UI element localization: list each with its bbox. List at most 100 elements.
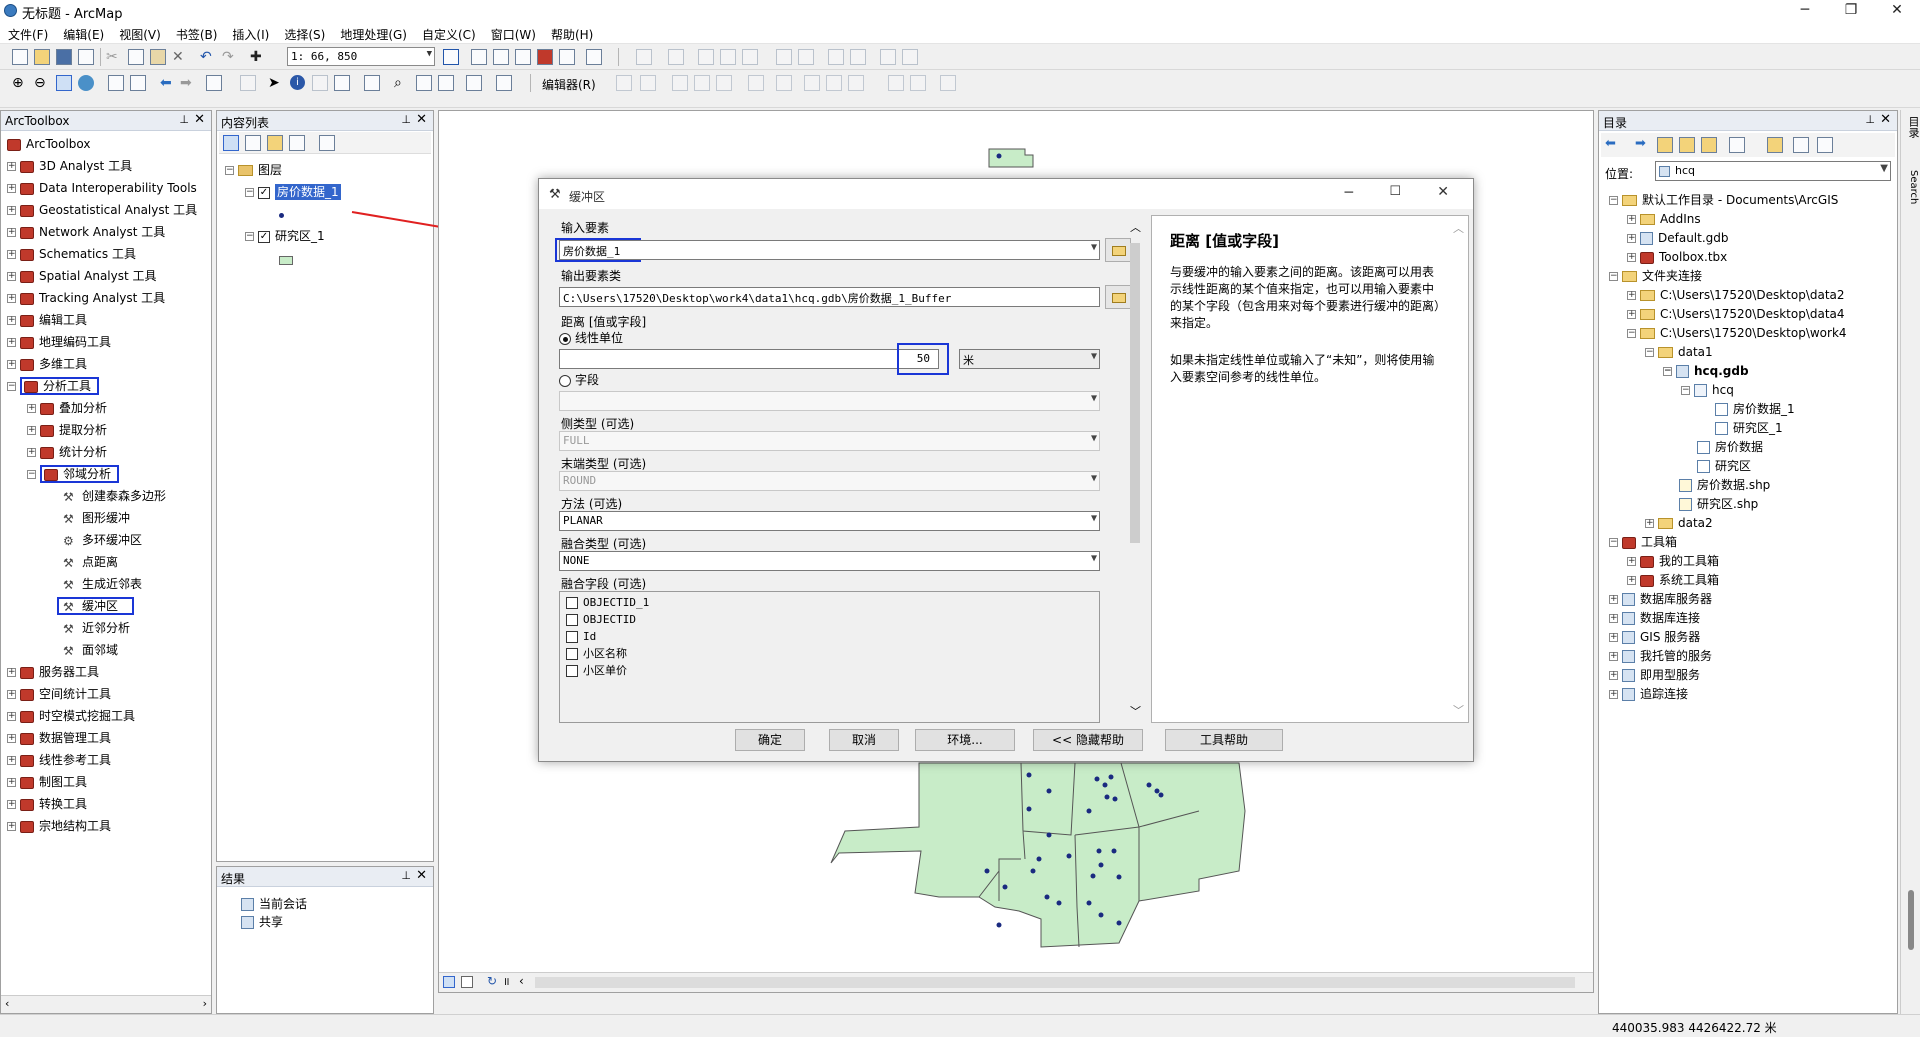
find-icon[interactable]: ⌕	[394, 75, 410, 91]
layers-group[interactable]: − 图层	[225, 161, 282, 179]
menu-file[interactable]: 文件(F)	[0, 22, 55, 43]
catalog-item[interactable]: + C:\Users\17520\Desktop\data4	[1627, 305, 1845, 323]
toolbox-item[interactable]: + 线性参考工具	[7, 751, 111, 769]
pin-icon[interactable]: ⊥	[179, 113, 189, 126]
redo-icon[interactable]: ↷	[222, 49, 238, 65]
copy-icon[interactable]	[128, 49, 144, 65]
dissolve-type-combo[interactable]: NONE ▼	[559, 551, 1100, 571]
tool-icon[interactable]	[698, 49, 714, 65]
edit-tool-icon[interactable]	[910, 75, 926, 91]
minimize-button[interactable]: ─	[1782, 0, 1828, 22]
zoom-in-icon[interactable]: ⊕	[12, 75, 28, 91]
linear-unit-combo[interactable]: 米 ▼	[959, 349, 1100, 369]
close-icon[interactable]: ✕	[194, 112, 205, 127]
scrollbar-thumb[interactable]	[1130, 243, 1140, 543]
cut-icon[interactable]: ✂	[106, 49, 122, 65]
forward-icon[interactable]: ➡	[180, 75, 196, 91]
view-options-icon[interactable]	[1729, 137, 1745, 153]
catalog-item[interactable]: + 我托管的服务	[1609, 647, 1712, 665]
find-route-icon[interactable]	[416, 75, 432, 91]
search-window-icon[interactable]	[515, 49, 531, 65]
menu-edit[interactable]: 编辑(E)	[55, 22, 111, 43]
toolbox-item[interactable]: + Tracking Analyst 工具	[7, 289, 165, 307]
search-side-tab[interactable]: Search	[1903, 170, 1919, 204]
edit-tool-icon[interactable]	[694, 75, 710, 91]
tool-help-button[interactable]: 工具帮助	[1165, 729, 1283, 751]
edit-tool-icon[interactable]	[826, 75, 842, 91]
scroll-left-icon[interactable]: ‹	[519, 974, 524, 988]
tool-item-buffer[interactable]: ⚒ 缓冲区	[57, 597, 135, 615]
edit-tool-icon[interactable]	[748, 75, 764, 91]
close-button[interactable]: ✕	[1874, 0, 1920, 22]
catalog-item[interactable]: + Default.gdb	[1627, 229, 1729, 247]
undo-icon[interactable]: ↶	[200, 49, 216, 65]
parameters-scrollbar[interactable]: ︿ ﹀	[1127, 219, 1143, 719]
input-features-combo[interactable]: 房价数据_1 ▼	[559, 240, 1100, 260]
up-folder-icon[interactable]	[1657, 137, 1673, 153]
toolbox-item[interactable]: + 时空模式挖掘工具	[7, 707, 135, 725]
clear-selection-icon[interactable]	[240, 75, 256, 91]
back-icon[interactable]: ⬅	[1605, 136, 1621, 152]
list-by-source-icon[interactable]	[245, 135, 261, 151]
toolbox-item[interactable]: + Network Analyst 工具	[7, 223, 165, 241]
full-extent-icon[interactable]	[78, 75, 94, 91]
refresh-icon[interactable]: ↻	[487, 974, 497, 988]
catalog-folder-connections[interactable]: − 文件夹连接	[1609, 267, 1702, 285]
toolbox-root[interactable]: ArcToolbox	[7, 135, 90, 153]
new-document-icon[interactable]	[12, 49, 28, 65]
catalog-item[interactable]: + GIS 服务器	[1609, 628, 1700, 646]
dissolve-field-item[interactable]: 小区单价	[566, 662, 627, 680]
options-icon[interactable]	[319, 135, 335, 151]
editor-menu[interactable]: 编辑器(R)	[542, 76, 596, 93]
toolbox-item[interactable]: + Schematics 工具	[7, 245, 136, 263]
toolbox-item[interactable]: + Data Interoperability Tools	[7, 179, 197, 197]
catalog-item[interactable]: − 工具箱	[1609, 533, 1677, 551]
edit-tool-icon[interactable]	[616, 75, 632, 91]
layer-visibility-checkbox[interactable]: ✓	[258, 230, 270, 243]
catalog-item[interactable]: − hcq	[1681, 381, 1734, 399]
pin-icon[interactable]: ⊥	[1865, 113, 1875, 126]
toc-window-icon[interactable]	[471, 49, 487, 65]
cancel-button[interactable]: 取消	[829, 729, 899, 751]
minimize-button[interactable]: ─	[1345, 185, 1353, 201]
home-icon[interactable]	[1679, 137, 1695, 153]
tool-icon[interactable]	[668, 49, 684, 65]
catalog-item[interactable]: 房价数据	[1697, 438, 1763, 456]
catalog-item[interactable]: + 系统工具箱	[1627, 571, 1719, 589]
radio-linear-unit[interactable]: 线性单位	[559, 329, 623, 347]
dissolve-field-item[interactable]: 小区名称	[566, 645, 627, 663]
paste-icon[interactable]	[150, 49, 166, 65]
output-feature-class-field[interactable]: C:\Users\17520\Desktop\work4\data1\hcq.g…	[559, 287, 1100, 307]
add-data-icon[interactable]: ✚	[250, 49, 266, 65]
scroll-up-icon[interactable]: ︿	[1130, 219, 1141, 235]
checkbox[interactable]	[566, 614, 578, 626]
catalog-side-tab[interactable]: 目录	[1903, 116, 1920, 138]
edit-tool-icon[interactable]	[888, 75, 904, 91]
edit-tool-icon[interactable]	[848, 75, 864, 91]
toolbox-item[interactable]: + 转换工具	[7, 795, 87, 813]
tool-icon[interactable]	[742, 49, 758, 65]
close-icon[interactable]: ✕	[1880, 112, 1891, 127]
create-viewer-icon[interactable]	[496, 75, 512, 91]
modelbuilder-icon[interactable]	[586, 49, 602, 65]
tool-item[interactable]: ⚒ 生成近邻表	[63, 575, 142, 593]
environments-button[interactable]: 环境...	[915, 729, 1015, 751]
catalog-item[interactable]: 研究区	[1697, 457, 1751, 475]
print-icon[interactable]	[78, 49, 94, 65]
toolbox-item[interactable]: + 空间统计工具	[7, 685, 111, 703]
toolbox-item[interactable]: + Spatial Analyst 工具	[7, 267, 157, 285]
hyperlink-icon[interactable]	[312, 75, 328, 91]
catalog-item[interactable]: − C:\Users\17520\Desktop\work4	[1627, 324, 1847, 342]
scroll-down-icon[interactable]: ﹀	[1130, 703, 1141, 719]
pin-icon[interactable]: ⊥	[401, 113, 411, 126]
catalog-home[interactable]: − 默认工作目录 - Documents\ArcGIS	[1609, 191, 1838, 209]
catalog-item[interactable]: + C:\Users\17520\Desktop\data2	[1627, 286, 1845, 304]
catalog-item[interactable]: + data2	[1645, 514, 1713, 532]
save-icon[interactable]	[56, 49, 72, 65]
toolbox-item[interactable]: + 编辑工具	[7, 311, 87, 329]
menu-bookmarks[interactable]: 书签(B)	[168, 22, 225, 43]
horizontal-scrollbar[interactable]: ‹ ›	[1, 995, 211, 1013]
toc-layer-house-price[interactable]: − ✓ 房价数据_1	[245, 183, 341, 201]
tool-icon[interactable]	[880, 49, 896, 65]
pause-icon[interactable]: ॥	[503, 974, 510, 989]
